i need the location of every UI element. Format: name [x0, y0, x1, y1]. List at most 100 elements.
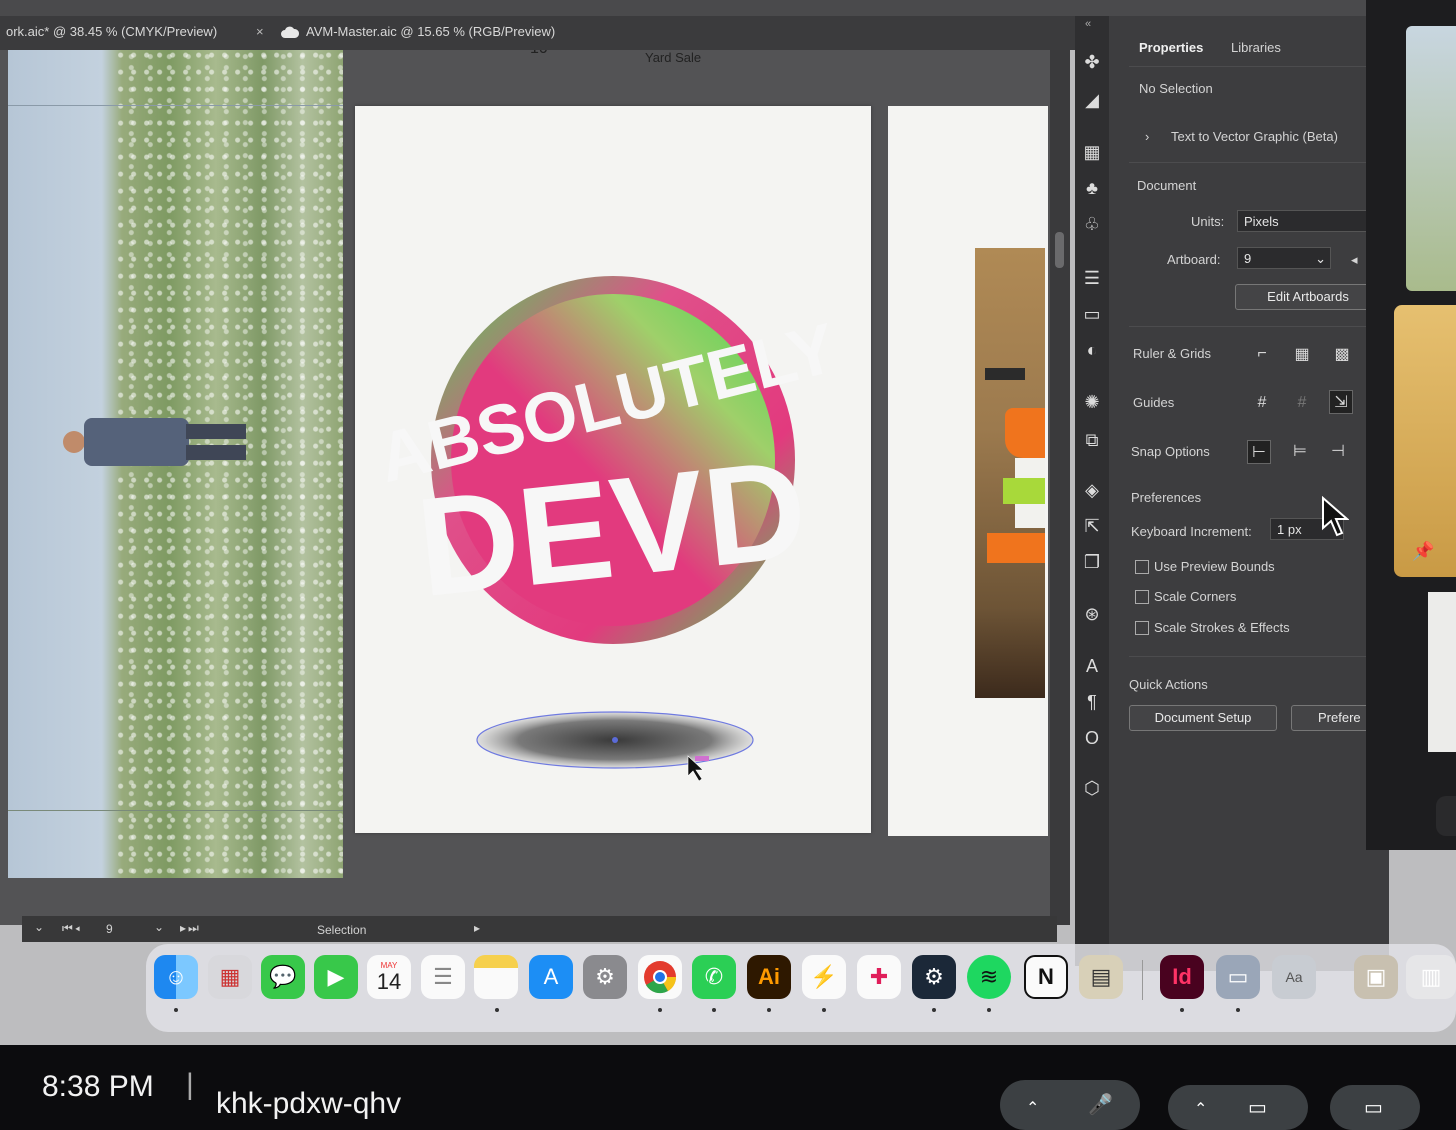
edit-artboards-button[interactable]: Edit Artboards: [1235, 284, 1381, 310]
recent-document-icon[interactable]: ▣: [1354, 955, 1398, 999]
scrollbar-thumb[interactable]: [1055, 232, 1064, 268]
app-store-icon[interactable]: A: [529, 955, 573, 999]
align-icon[interactable]: ☰: [1075, 264, 1109, 292]
chrome-icon[interactable]: [638, 955, 682, 999]
camera-toggle-button[interactable]: ⌃ ▭: [1168, 1085, 1308, 1130]
prev-artboard-icon[interactable]: ◂: [1351, 252, 1358, 268]
smart-guides-icon[interactable]: ⇲: [1329, 390, 1353, 414]
vertical-scrollbar[interactable]: [1050, 50, 1070, 925]
illustrator-icon[interactable]: Ai: [747, 955, 791, 999]
chevron-right-icon[interactable]: ›: [1145, 129, 1149, 144]
lock-guides-icon[interactable]: #: [1291, 392, 1313, 414]
export-icon[interactable]: ⇱: [1075, 512, 1109, 540]
brushes-icon[interactable]: ✤: [1075, 48, 1109, 76]
artboard-absolutely-devd[interactable]: ABSOLUTELY DEVD: [355, 106, 871, 833]
chevron-up-icon: ⌃: [1194, 1101, 1208, 1118]
ruler-grids-label: Ruler & Grids: [1133, 346, 1212, 361]
artboard-label: Artboard:: [1167, 252, 1221, 267]
screenshot-folder-icon[interactable]: ▭: [1216, 955, 1260, 999]
launchpad-icon[interactable]: ▦: [208, 955, 252, 999]
microphone-icon: 🎤: [1088, 1094, 1113, 1116]
participant-tile-2[interactable]: 📌: [1394, 305, 1456, 577]
messages-icon[interactable]: 💬: [261, 955, 305, 999]
calendar-day: 14: [376, 968, 402, 994]
grid-icon[interactable]: ▦: [1291, 343, 1313, 365]
preview-icon[interactable]: ▤: [1079, 955, 1123, 999]
artboard-dropdown-chevron-icon[interactable]: ⌄: [154, 920, 164, 934]
panel-icon-bar: « ✤ ◢ ▦ ♣ ♧ ☰ ▭ ◐ ✺ ⧉ ◈ ⇱ ❐ ⊛ A ¶ O ⬡: [1075, 16, 1109, 966]
spotify-icon[interactable]: ≋: [967, 955, 1011, 999]
participant-tile-1[interactable]: [1406, 26, 1456, 291]
facetime-icon[interactable]: ▶: [314, 955, 358, 999]
artboard-canvas[interactable]: 10 Yard Sale: [0, 50, 1060, 925]
mic-toggle-button[interactable]: ⌃ 🎤: [1000, 1080, 1140, 1130]
mic-icon[interactable]: [1436, 796, 1456, 836]
menu-toolbar-strip: [0, 0, 1456, 16]
transparency-icon[interactable]: ▭: [1075, 300, 1109, 328]
transform-icon[interactable]: ⧉: [1075, 426, 1109, 454]
whatsapp-icon[interactable]: ✆: [692, 955, 736, 999]
participant-tile-3[interactable]: [1428, 592, 1456, 752]
appearance-icon[interactable]: ◐: [1075, 336, 1109, 364]
artboard-number-field[interactable]: 9: [106, 922, 113, 936]
text-to-vector-section[interactable]: Text to Vector Graphic (Beta): [1171, 129, 1338, 144]
swatches-icon[interactable]: ▦: [1075, 138, 1109, 166]
guides-icon[interactable]: #: [1251, 392, 1273, 414]
tab-libraries[interactable]: Libraries: [1231, 40, 1281, 55]
selection-status: No Selection: [1139, 81, 1213, 96]
indesign-icon[interactable]: Id: [1160, 955, 1204, 999]
use-preview-bounds-checkbox[interactable]: [1135, 560, 1149, 574]
scale-corners-checkbox[interactable]: [1135, 590, 1149, 604]
font-book-icon[interactable]: Aa: [1272, 955, 1316, 999]
close-tab-icon[interactable]: ×: [256, 16, 264, 50]
paragraph-icon[interactable]: ¶: [1075, 688, 1109, 716]
snap-to-glyph-icon[interactable]: ⊣: [1327, 440, 1349, 462]
artboard-name-label: Yard Sale: [645, 50, 702, 65]
system-settings-icon[interactable]: ⚙: [583, 955, 627, 999]
scale-strokes-label: Scale Strokes & Effects: [1154, 620, 1290, 635]
gradient-icon[interactable]: ◢: [1075, 86, 1109, 114]
artboard-dropdown[interactable]: 9 ⌄: [1237, 247, 1331, 269]
scale-strokes-checkbox[interactable]: [1135, 621, 1149, 635]
trash-icon[interactable]: ▥: [1406, 955, 1456, 999]
document-heading: Document: [1137, 178, 1197, 193]
zoom-dropdown-chevron-icon[interactable]: ⌄: [34, 920, 44, 934]
graphic-styles-icon[interactable]: ♧: [1075, 210, 1109, 238]
messenger-icon[interactable]: ⚡: [802, 955, 846, 999]
status-menu-arrow-icon[interactable]: ▸: [474, 921, 480, 935]
character-icon[interactable]: A: [1075, 652, 1109, 680]
transparency-grid-icon[interactable]: ▩: [1331, 343, 1353, 365]
present-screen-button[interactable]: ▭: [1330, 1085, 1420, 1130]
field-photo-artboard[interactable]: [8, 50, 343, 878]
units-dropdown[interactable]: Pixels⌄: [1237, 210, 1382, 232]
document-tab-2[interactable]: AVM-Master.aic @ 15.65 % (RGB/Preview): [306, 16, 555, 50]
slack-icon[interactable]: ✚: [857, 955, 901, 999]
color-wheel-icon[interactable]: ✺: [1075, 388, 1109, 416]
finder-icon[interactable]: ☺: [154, 955, 198, 999]
circle-logo-artwork[interactable]: ABSOLUTELY DEVD: [355, 106, 871, 833]
3d-materials-icon[interactable]: ⬡: [1075, 774, 1109, 802]
artboards-icon[interactable]: ❐: [1075, 548, 1109, 576]
artboard-number-label: 10: [530, 50, 548, 58]
first-prev-artboard-icon[interactable]: ⏮◂: [62, 921, 82, 936]
links-icon[interactable]: ⊛: [1075, 600, 1109, 628]
document-setup-button[interactable]: Document Setup: [1129, 705, 1277, 731]
calendar-icon[interactable]: MAY 14: [367, 955, 411, 999]
notion-icon[interactable]: N: [1024, 955, 1068, 999]
document-tab-1[interactable]: ork.aic* @ 38.45 % (CMYK/Preview): [6, 16, 217, 50]
layers-icon[interactable]: ◈: [1075, 476, 1109, 504]
snap-to-pixel-icon[interactable]: ⊨: [1289, 440, 1311, 462]
steam-icon[interactable]: ⚙: [912, 955, 956, 999]
notes-icon[interactable]: [474, 955, 518, 999]
tab-properties[interactable]: Properties: [1139, 40, 1203, 55]
rulers-icon[interactable]: ⌐: [1251, 343, 1273, 365]
toy-photo-artboard[interactable]: [975, 248, 1045, 698]
next-last-artboard-icon[interactable]: ▸⏭: [180, 921, 201, 936]
pin-icon[interactable]: 📌: [1412, 541, 1434, 562]
collapse-panels-icon[interactable]: «: [1085, 18, 1091, 30]
opentype-icon[interactable]: O: [1075, 724, 1109, 752]
person-in-field-image: [63, 418, 246, 466]
snap-to-point-icon[interactable]: ⊢: [1247, 440, 1271, 464]
reminders-icon[interactable]: ☰: [421, 955, 465, 999]
symbols-icon[interactable]: ♣: [1075, 174, 1109, 202]
